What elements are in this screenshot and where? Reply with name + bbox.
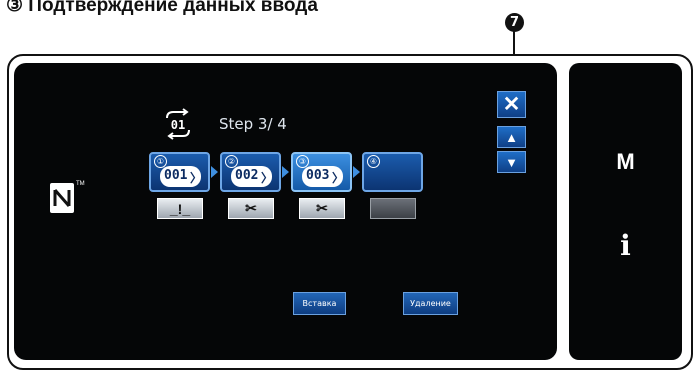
step-code: 001 (164, 168, 188, 183)
scroll-up-button[interactable]: ▲ (497, 126, 526, 148)
side-panel: M i (569, 63, 682, 360)
step-arrow-icon: 〉 (332, 171, 345, 185)
step-connector-icon (353, 166, 360, 178)
step-card-3[interactable]: ③ 003 〉 (291, 152, 352, 192)
step-indicator: Step 3/ 4 (219, 115, 287, 133)
scroll-down-button[interactable]: ▼ (497, 151, 526, 173)
callout-marker: 7 (505, 13, 524, 32)
section-heading: ③ Подтверждение данных ввода (6, 0, 318, 16)
step-connector-icon (282, 166, 289, 178)
step-arrow-icon: 〉 (261, 171, 274, 185)
delete-button[interactable]: Удаление (403, 292, 458, 315)
scissors-icon[interactable]: ✂ (228, 198, 274, 219)
close-button[interactable]: ✕ (497, 91, 526, 118)
svg-text:01: 01 (171, 118, 185, 132)
thread-trim-off-icon[interactable]: _!_ (157, 198, 203, 219)
step-card-4[interactable]: ④ (362, 152, 423, 192)
step-card-2[interactable]: ② 002 〉 (220, 152, 281, 192)
trademark-mark: TM (76, 181, 85, 187)
step-number: ④ (367, 155, 380, 168)
step-arrow-icon: 〉 (190, 171, 203, 185)
panel-screen: TM 01 Step 3/ 4 ✕ ▲ ▼ ① 001 〉 ② 002 〉 ③ … (14, 63, 557, 360)
insert-button[interactable]: Вставка (293, 292, 346, 315)
nfc-icon (50, 183, 74, 213)
step-card-1[interactable]: ① 001 〉 (149, 152, 210, 192)
step-code: 003 (306, 168, 330, 183)
step-code: 002 (235, 168, 259, 183)
step-connector-icon (211, 166, 218, 178)
mode-button[interactable]: M (569, 149, 682, 175)
program-loop-icon: 01 (162, 108, 194, 140)
info-icon[interactable]: i (569, 229, 682, 262)
scissors-icon[interactable]: ✂ (299, 198, 345, 219)
empty-sub-button[interactable] (370, 198, 416, 219)
